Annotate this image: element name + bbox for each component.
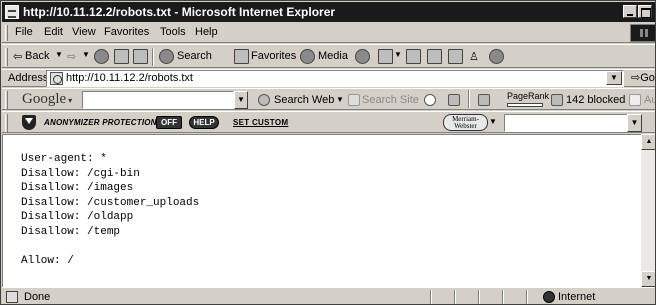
google-toolbar: Google ▾ ▼ Search Web ▼ Search Site Page… <box>2 88 655 110</box>
status-separator <box>502 290 504 304</box>
anonymizer-off-button[interactable]: OFF <box>156 116 182 129</box>
back-arrow-icon: ⇦ <box>13 51 23 63</box>
back-dropdown-icon[interactable]: ▼ <box>55 50 63 59</box>
messenger-icon[interactable]: ♙ <box>469 50 479 63</box>
vertical-scrollbar[interactable]: ▲ ▼ <box>641 134 655 287</box>
browser-window: http://10.11.12.2/robots.txt - Microsoft… <box>0 0 656 305</box>
refresh-icon[interactable] <box>114 49 129 64</box>
ie-page-icon <box>5 5 19 19</box>
search-site-button[interactable]: Search Site <box>362 94 419 106</box>
popup-blocked-count[interactable]: 142 blocked <box>566 94 625 106</box>
toolbar-grip <box>5 48 8 66</box>
anonymizer-shield-icon <box>22 115 36 130</box>
address-dropdown-button[interactable]: ▼ <box>606 71 622 85</box>
mail-icon[interactable] <box>378 49 393 64</box>
edit-icon[interactable] <box>427 49 442 64</box>
print-icon[interactable] <box>406 49 421 64</box>
discuss-icon[interactable] <box>448 49 463 64</box>
news-icon[interactable] <box>478 94 490 106</box>
search-icon <box>159 49 174 64</box>
menu-tools[interactable]: Tools <box>160 26 186 38</box>
media-button[interactable]: Media <box>318 50 348 62</box>
mail-dropdown-icon[interactable]: ▼ <box>394 50 402 59</box>
menu-view[interactable]: View <box>72 26 96 38</box>
standard-toolbar: ⇦ Back ▼ ⇨ ▼ Search Favorites Media ▼ ♙ <box>2 44 655 68</box>
favorites-icon <box>234 49 249 64</box>
research-icon[interactable] <box>489 49 504 64</box>
status-separator <box>526 290 528 304</box>
highlight-icon[interactable] <box>448 94 460 106</box>
address-url: http://10.11.12.2/robots.txt <box>66 72 193 84</box>
merriam-webster-logo[interactable]: Merriam-Webster <box>443 114 488 131</box>
go-label: Go <box>640 72 655 84</box>
status-separator <box>478 290 480 304</box>
maximize-button[interactable] <box>638 5 652 18</box>
anonymizer-label: ANONYMIZER PROTECTION IS: <box>44 118 170 127</box>
address-label: Address <box>8 72 49 84</box>
scroll-down-button[interactable]: ▼ <box>641 271 655 287</box>
page-info-icon[interactable] <box>424 94 436 106</box>
history-icon[interactable] <box>355 49 370 64</box>
page-icon <box>50 72 63 85</box>
media-icon <box>300 49 315 64</box>
go-arrow-icon: ⇨ <box>631 72 641 84</box>
status-separator <box>454 290 456 304</box>
autofill-button[interactable]: Au <box>644 94 655 106</box>
google-logo[interactable]: Google ▾ <box>22 91 72 108</box>
stop-icon[interactable] <box>94 49 109 64</box>
menu-favorites[interactable]: Favorites <box>104 26 149 38</box>
robots-txt-text: User-agent: * Disallow: /cgi-bin Disallo… <box>21 153 200 268</box>
anonymizer-grip <box>5 114 8 132</box>
scroll-up-button[interactable]: ▲ <box>641 134 655 150</box>
security-zone-label: Internet <box>558 291 596 303</box>
anonymizer-help-button[interactable]: HELP <box>189 116 219 129</box>
autofill-icon <box>629 94 641 106</box>
menu-help[interactable]: Help <box>195 26 218 38</box>
go-button[interactable]: ⇨Go <box>631 71 655 84</box>
search-site-icon <box>348 94 360 106</box>
page-content: User-agent: * Disallow: /cgi-bin Disallo… <box>2 134 641 287</box>
google-separator <box>468 90 470 108</box>
google-search-input[interactable] <box>82 91 234 109</box>
set-custom-link[interactable]: SET CUSTOM <box>233 118 288 127</box>
menu-bar: File Edit View Favorites Tools Help <box>2 23 655 43</box>
toolbar-separator <box>152 48 154 66</box>
popup-blocker-icon <box>551 94 563 106</box>
internet-zone-globe-icon <box>543 291 555 303</box>
google-logo-text: Google <box>22 91 67 107</box>
address-input[interactable]: http://10.11.12.2/robots.txt <box>46 70 624 87</box>
home-icon[interactable] <box>133 49 148 64</box>
window-title: http://10.11.12.2/robots.txt - Microsoft… <box>23 5 336 19</box>
search-web-button[interactable]: Search Web <box>274 94 334 106</box>
page-done-icon <box>6 291 18 303</box>
binoculars-icon <box>258 94 270 106</box>
google-toolbar-grip <box>5 91 8 109</box>
status-separator <box>430 290 432 304</box>
menu-file[interactable]: File <box>15 26 33 38</box>
windows-logo-icon <box>630 24 655 42</box>
menu-edit[interactable]: Edit <box>44 26 63 38</box>
forward-dropdown-icon[interactable]: ▼ <box>82 50 90 59</box>
dictionary-search-input[interactable] <box>504 114 628 132</box>
favorites-button[interactable]: Favorites <box>251 50 296 62</box>
search-web-dropdown-icon[interactable]: ▼ <box>336 95 344 104</box>
address-bar: Address http://10.11.12.2/robots.txt <box>2 69 655 87</box>
search-button[interactable]: Search <box>177 50 212 62</box>
status-bar: Done Internet <box>2 287 655 304</box>
anonymizer-toolbar: ANONYMIZER PROTECTION IS: OFF HELP SET C… <box>2 111 655 133</box>
pagerank-label: PageRank <box>507 91 550 101</box>
google-menu-arrow-icon: ▾ <box>66 96 73 105</box>
back-button[interactable]: Back <box>25 50 49 62</box>
menu-grip <box>5 25 8 41</box>
dictionary-dropdown-button[interactable]: ▼ <box>627 114 642 132</box>
forward-button[interactable]: ⇨ <box>67 50 76 63</box>
merriam-webster-dropdown-icon[interactable]: ▼ <box>489 117 497 126</box>
title-bar: http://10.11.12.2/robots.txt - Microsoft… <box>2 2 655 22</box>
google-search-dropdown[interactable]: ▼ <box>234 91 248 109</box>
minimize-button[interactable] <box>623 5 637 18</box>
status-text: Done <box>24 291 51 303</box>
pagerank-bar <box>507 103 543 107</box>
